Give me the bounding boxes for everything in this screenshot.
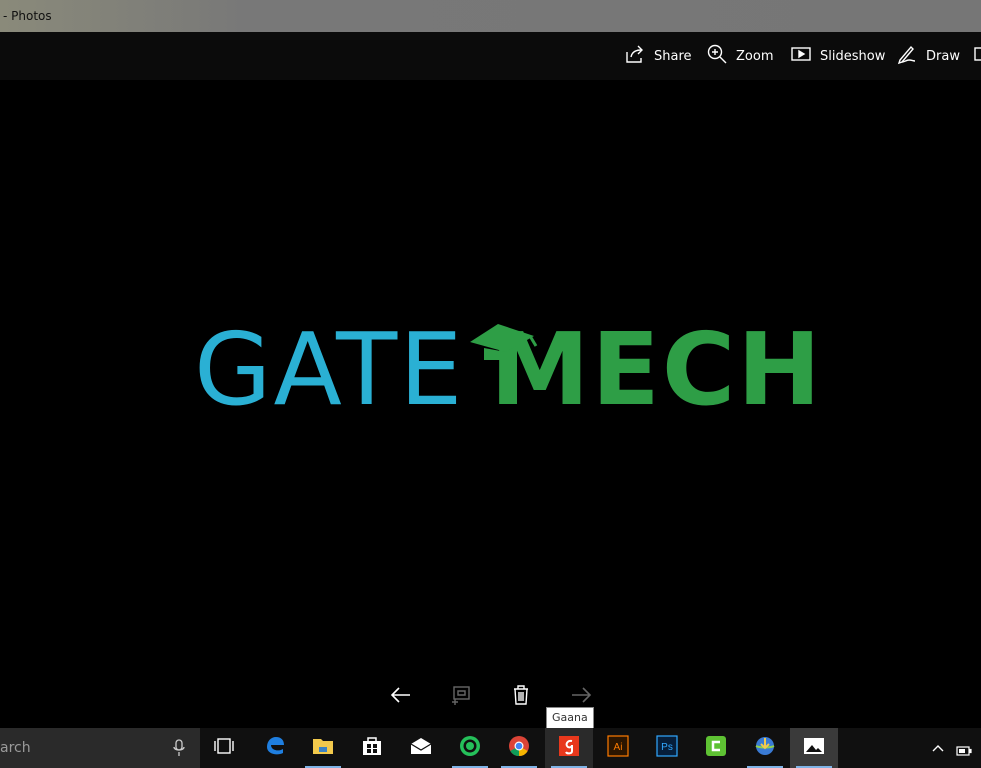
taskbar-photos[interactable] [790,728,838,768]
delete-button[interactable] [508,682,534,708]
window-title: - Photos [3,9,52,23]
photos-toolbar: Share Zoom Slideshow Draw [0,32,981,80]
edit-more-button[interactable] [974,44,981,68]
share-label: Share [654,48,692,64]
svg-text:Ps: Ps [661,742,673,753]
taskbar-edge[interactable] [251,728,299,768]
zoom-icon [706,43,728,69]
svg-text:Ai: Ai [614,742,623,753]
taskbar-chrome[interactable] [495,728,543,768]
chevron-up-icon[interactable] [930,740,946,756]
task-view-button[interactable] [200,728,248,768]
taskbar-file-explorer[interactable] [299,728,347,768]
slideshow-button[interactable]: Slideshow [790,44,885,68]
search-placeholder: arch [0,740,31,756]
task-view-icon [212,734,236,762]
zoom-button[interactable]: Zoom [706,44,773,68]
illustrator-icon: Ai [606,734,630,762]
microphone-icon[interactable] [172,739,186,757]
share-button[interactable]: Share [624,44,692,68]
draw-label: Draw [926,48,960,64]
taskbar-whatsapp[interactable] [446,728,494,768]
store-icon [360,734,384,762]
share-icon [624,43,646,69]
gaana-icon [557,734,581,762]
download-manager-icon [753,734,777,762]
chrome-icon [507,734,531,762]
search-box[interactable]: arch [0,728,200,768]
edge-icon [263,734,287,762]
zoom-label: Zoom [736,48,774,64]
photos-icon [802,734,826,762]
taskbar: arch Ai Ps [0,728,981,768]
camtasia-icon [704,734,728,762]
pen-icon [896,43,918,69]
taskbar-mail[interactable] [397,728,445,768]
taskbar-store[interactable] [348,728,396,768]
arrow-left-icon [388,687,414,712]
folder-icon [311,734,335,762]
slideshow-label: Slideshow [820,48,886,64]
trash-icon [508,685,534,712]
mail-icon [409,734,433,762]
taskbar-illustrator[interactable]: Ai [594,728,642,768]
photoshop-icon: Ps [655,734,679,762]
taskbar-gaana[interactable] [545,728,593,768]
next-button[interactable] [568,682,594,708]
slideshow-icon [790,43,812,69]
title-bar: - Photos [0,0,981,32]
battery-icon[interactable] [956,742,972,756]
previous-button[interactable] [388,682,414,708]
taskbar-idm[interactable] [741,728,789,768]
rotate-icon [448,686,474,712]
edit-icon [974,43,981,69]
rotate-button[interactable] [448,682,474,708]
graduation-cap-icon [468,322,540,362]
draw-button[interactable]: Draw [896,44,960,68]
taskbar-camtasia[interactable] [692,728,740,768]
whatsapp-icon [458,734,482,762]
logo-text-gate: GATE [194,311,465,428]
taskbar-tooltip: Gaana [546,707,594,729]
taskbar-photoshop[interactable]: Ps [643,728,691,768]
